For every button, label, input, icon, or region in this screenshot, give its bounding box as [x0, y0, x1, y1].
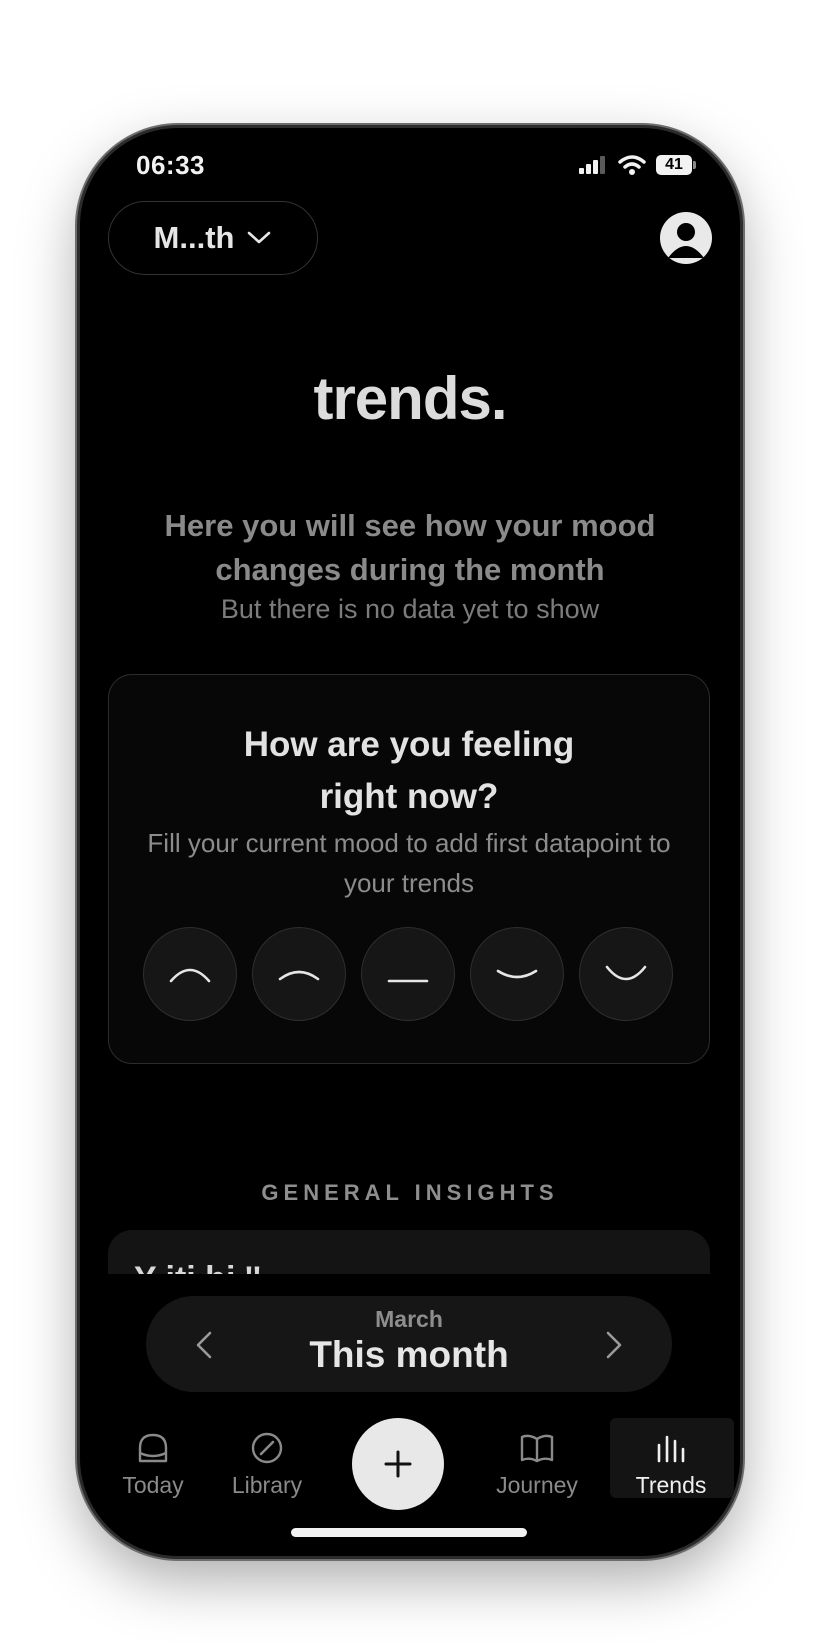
next-month-button[interactable]: [604, 1330, 624, 1365]
mood-card-subtitle: Fill your current mood to add first data…: [147, 828, 671, 898]
empty-state-headline: Here you will see how your mood changes …: [164, 508, 656, 587]
wifi-icon: [618, 155, 646, 175]
signal-icon: [579, 156, 605, 174]
home-indicator[interactable]: [291, 1528, 527, 1537]
tab-journey-label: Journey: [496, 1472, 578, 1498]
tab-trends-label: Trends: [635, 1472, 707, 1498]
neutral-face-icon[interactable]: [361, 927, 455, 1021]
chevron-down-icon: [248, 231, 271, 244]
compass-icon: [251, 1432, 283, 1464]
tab-library-label: Library: [231, 1472, 303, 1498]
bar-chart-icon: [657, 1435, 685, 1463]
book-icon: [520, 1434, 554, 1463]
happy-face-icon[interactable]: [470, 927, 564, 1021]
tab-journey[interactable]: Journey: [482, 1428, 592, 1499]
tab-today[interactable]: Today: [98, 1428, 208, 1499]
phone-screen: 06:33 41 M...th trends. Here you will se…: [80, 128, 740, 1556]
chevron-right-icon: [606, 1331, 622, 1359]
mood-face-row: [143, 927, 673, 1021]
month-selector: March This month: [146, 1296, 672, 1392]
sad-face-icon[interactable]: [252, 927, 346, 1021]
profile-avatar-icon[interactable]: [660, 212, 712, 264]
mood-prompt-card: How are you feeling right now? Fill your…: [108, 674, 710, 1064]
tab-library[interactable]: Library: [212, 1428, 322, 1499]
insight-card[interactable]: Y iti hi '': [108, 1230, 710, 1274]
insights-section-label: GENERAL INSIGHTS: [261, 1180, 559, 1205]
period-name: This month: [309, 1334, 509, 1375]
add-entry-button[interactable]: [352, 1418, 444, 1510]
tab-trends[interactable]: Trends: [616, 1428, 726, 1499]
plus-icon: [384, 1450, 412, 1478]
page-title: trends.: [313, 365, 507, 432]
tab-today-label: Today: [122, 1472, 184, 1498]
battery-icon: 41: [656, 155, 696, 175]
status-time: 06:33: [136, 150, 205, 180]
insight-card-text: Y iti hi '': [134, 1260, 261, 1274]
very-sad-face-icon[interactable]: [143, 927, 237, 1021]
today-icon: [138, 1433, 168, 1463]
month-name: March: [375, 1306, 443, 1332]
battery-level: 41: [665, 156, 683, 173]
very-happy-face-icon[interactable]: [579, 927, 673, 1021]
empty-state-subline: But there is no data yet to show: [220, 594, 600, 624]
period-dropdown[interactable]: M...th: [108, 201, 318, 275]
period-dropdown-label: M...th: [153, 220, 235, 255]
status-icons: 41: [578, 154, 696, 176]
mood-card-title: How are you feeling right now?: [243, 725, 575, 816]
